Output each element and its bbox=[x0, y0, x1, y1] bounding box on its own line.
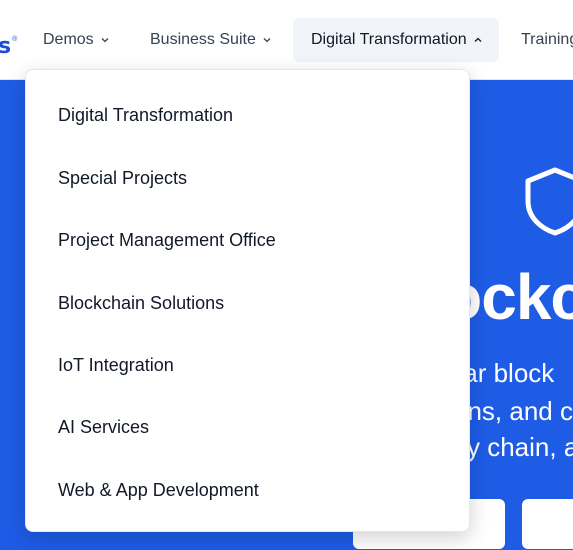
logo-text: s bbox=[0, 34, 12, 59]
registered-mark: ® bbox=[12, 36, 18, 43]
chevron-down-icon bbox=[101, 38, 109, 43]
dropdown-item-special-projects[interactable]: Special Projects bbox=[58, 167, 187, 189]
dropdown-item-web-app-development[interactable]: Web & App Development bbox=[58, 479, 259, 501]
nav-item-demos[interactable]: Demos bbox=[33, 18, 120, 62]
nav-item-label: Business Suite bbox=[150, 31, 256, 48]
hero-subtitle-line-3: y chain, a bbox=[467, 432, 573, 462]
shield-icon bbox=[525, 167, 573, 236]
dropdown-item-iot-integration[interactable]: IoT Integration bbox=[58, 354, 174, 376]
dropdown-item-ai-services[interactable]: AI Services bbox=[58, 416, 149, 438]
top-navigation: s ® Demos Business Suite Digital Transfo… bbox=[0, 0, 573, 80]
nav-item-label: Digital Transformation bbox=[311, 31, 467, 48]
nav-item-label: Training bbox=[521, 31, 573, 48]
chevron-up-icon bbox=[474, 37, 482, 42]
chevron-down-icon bbox=[263, 38, 271, 43]
nav-item-business-suite[interactable]: Business Suite bbox=[140, 18, 282, 62]
dropdown-item-project-management-office[interactable]: Project Management Office bbox=[58, 229, 276, 251]
digital-transformation-dropdown: Digital Transformation Special Projects … bbox=[25, 69, 470, 532]
nav-item-label: Demos bbox=[43, 31, 94, 48]
nav-item-training[interactable]: Training bbox=[511, 18, 573, 62]
nav-item-digital-transformation[interactable]: Digital Transformation bbox=[293, 18, 499, 62]
hero-secondary-button[interactable] bbox=[522, 499, 573, 549]
hero-subtitle-line-2: ons, and c bbox=[453, 396, 573, 426]
dropdown-item-blockchain-solutions[interactable]: Blockchain Solutions bbox=[58, 292, 224, 314]
logo[interactable]: s ® bbox=[0, 36, 17, 60]
dropdown-item-digital-transformation[interactable]: Digital Transformation bbox=[58, 104, 233, 126]
